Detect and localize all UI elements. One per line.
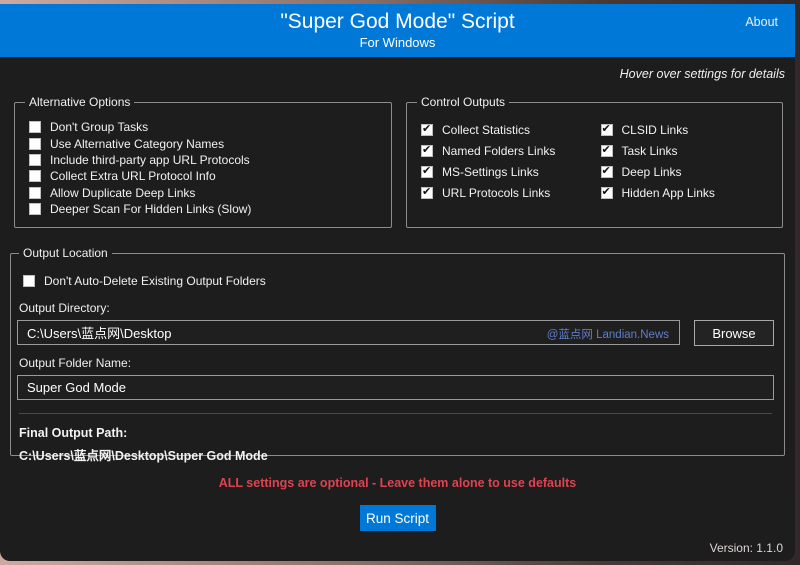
checkbox-label: Allow Duplicate Deep Links bbox=[50, 186, 195, 200]
checkbox-checked[interactable] bbox=[601, 145, 613, 157]
separator-line bbox=[19, 413, 772, 414]
settings-warning-text: ALL settings are optional - Leave them a… bbox=[0, 476, 795, 490]
output-location-group: Output Location Don't Auto-Delete Existi… bbox=[10, 246, 785, 456]
checkbox-unchecked[interactable] bbox=[23, 275, 35, 287]
auto-delete-checkbox-wrap: Don't Auto-Delete Existing Output Folder… bbox=[17, 270, 774, 291]
checkbox-label: CLSID Links bbox=[622, 123, 689, 137]
checkbox-label: Collect Extra URL Protocol Info bbox=[50, 169, 216, 183]
app-title: "Super God Mode" Script bbox=[0, 4, 795, 35]
checkbox-label: Don't Auto-Delete Existing Output Folder… bbox=[44, 274, 266, 288]
checkbox-row[interactable]: Don't Group Tasks bbox=[23, 119, 383, 135]
final-output-path-label: Final Output Path: bbox=[19, 426, 774, 440]
checkbox-label: MS-Settings Links bbox=[442, 165, 539, 179]
version-text: Version: 1.1.0 bbox=[710, 541, 783, 555]
checkbox-row[interactable]: CLSID Links bbox=[595, 119, 775, 140]
control-outputs-col1: Collect Statistics Named Folders Links MS-… bbox=[415, 119, 595, 203]
header-bar: "Super God Mode" Script For Windows Abou… bbox=[0, 4, 795, 57]
checkbox-label: Collect Statistics bbox=[442, 123, 530, 137]
checkbox-unchecked[interactable] bbox=[29, 170, 41, 182]
checkbox-row[interactable]: Hidden App Links bbox=[595, 182, 775, 203]
checkbox-row[interactable]: MS-Settings Links bbox=[415, 161, 595, 182]
checkbox-row[interactable]: Task Links bbox=[595, 140, 775, 161]
checkbox-unchecked[interactable] bbox=[29, 187, 41, 199]
checkbox-label: Use Alternative Category Names bbox=[50, 137, 224, 151]
checkbox-row[interactable]: Don't Auto-Delete Existing Output Folder… bbox=[17, 270, 774, 291]
final-output-path-value: C:\Users\蓝点网\Desktop\Super God Mode bbox=[19, 445, 774, 464]
checkbox-row[interactable]: Collect Extra URL Protocol Info bbox=[23, 168, 383, 184]
checkbox-checked[interactable] bbox=[601, 187, 613, 199]
alternative-options-list: Don't Group Tasks Use Alternative Categor… bbox=[23, 119, 383, 217]
checkbox-unchecked[interactable] bbox=[29, 138, 41, 150]
checkbox-label: Task Links bbox=[622, 144, 678, 158]
checkbox-label: Named Folders Links bbox=[442, 144, 555, 158]
checkbox-checked[interactable] bbox=[421, 124, 433, 136]
alternative-options-legend: Alternative Options bbox=[25, 95, 134, 109]
output-location-legend: Output Location bbox=[19, 246, 112, 260]
output-folder-input[interactable] bbox=[17, 375, 774, 400]
checkbox-label: Include third-party app URL Protocols bbox=[50, 153, 250, 167]
control-outputs-group: Control Outputs Collect Statistics Named … bbox=[406, 95, 783, 228]
output-directory-row: @蓝点网 Landian.News Browse bbox=[17, 320, 774, 346]
checkbox-checked[interactable] bbox=[601, 166, 613, 178]
checkbox-checked[interactable] bbox=[601, 124, 613, 136]
app-window: "Super God Mode" Script For Windows Abou… bbox=[0, 4, 795, 561]
control-outputs-legend: Control Outputs bbox=[417, 95, 509, 109]
checkbox-checked[interactable] bbox=[421, 166, 433, 178]
checkbox-row[interactable]: Deeper Scan For Hidden Links (Slow) bbox=[23, 201, 383, 217]
checkbox-row[interactable]: URL Protocols Links bbox=[415, 182, 595, 203]
checkbox-unchecked[interactable] bbox=[29, 154, 41, 166]
checkbox-row[interactable]: Collect Statistics bbox=[415, 119, 595, 140]
hover-hint-text: Hover over settings for details bbox=[0, 67, 785, 83]
checkbox-checked[interactable] bbox=[421, 187, 433, 199]
output-directory-input-wrap: @蓝点网 Landian.News bbox=[17, 320, 680, 346]
output-directory-label: Output Directory: bbox=[19, 301, 774, 315]
control-outputs-col2: CLSID Links Task Links Deep Links Hidden Ap… bbox=[595, 119, 775, 203]
checkbox-label: URL Protocols Links bbox=[442, 186, 550, 200]
top-groups-row: Alternative Options Don't Group Tasks Use… bbox=[14, 95, 783, 228]
checkbox-unchecked[interactable] bbox=[29, 121, 41, 133]
alternative-options-group: Alternative Options Don't Group Tasks Use… bbox=[14, 95, 392, 228]
checkbox-row[interactable]: Allow Duplicate Deep Links bbox=[23, 185, 383, 201]
checkbox-label: Deep Links bbox=[622, 165, 682, 179]
checkbox-label: Deeper Scan For Hidden Links (Slow) bbox=[50, 202, 251, 216]
checkbox-row[interactable]: Use Alternative Category Names bbox=[23, 135, 383, 151]
checkbox-row[interactable]: Named Folders Links bbox=[415, 140, 595, 161]
browse-button[interactable]: Browse bbox=[694, 320, 774, 346]
output-directory-input[interactable] bbox=[17, 320, 680, 345]
output-folder-label: Output Folder Name: bbox=[19, 356, 774, 370]
about-link[interactable]: About bbox=[745, 15, 778, 29]
app-subtitle: For Windows bbox=[0, 35, 795, 51]
checkbox-checked[interactable] bbox=[421, 145, 433, 157]
checkbox-unchecked[interactable] bbox=[29, 203, 41, 215]
run-script-button[interactable]: Run Script bbox=[360, 505, 436, 531]
checkbox-label: Don't Group Tasks bbox=[50, 120, 148, 134]
checkbox-row[interactable]: Deep Links bbox=[595, 161, 775, 182]
checkbox-row[interactable]: Include third-party app URL Protocols bbox=[23, 152, 383, 168]
checkbox-label: Hidden App Links bbox=[622, 186, 715, 200]
control-outputs-columns: Collect Statistics Named Folders Links MS-… bbox=[415, 119, 774, 203]
